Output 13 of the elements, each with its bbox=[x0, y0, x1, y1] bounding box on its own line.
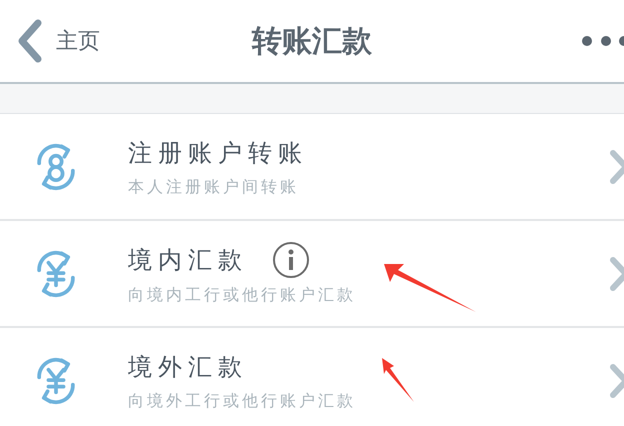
option-description: 本人注册账户间转账 bbox=[128, 176, 300, 198]
back-chevron-icon bbox=[16, 19, 44, 63]
chevron-right-icon bbox=[610, 150, 624, 184]
option-title: 境内汇款 bbox=[128, 244, 248, 276]
chevron-right-icon bbox=[610, 257, 624, 291]
page-title: 转账汇款 bbox=[252, 22, 372, 60]
option-title: 注册账户转账 bbox=[128, 138, 308, 168]
back-button[interactable]: 主页 bbox=[0, 19, 100, 63]
info-icon[interactable] bbox=[272, 240, 310, 278]
option-description: 向境内工行或他行账户汇款 bbox=[128, 284, 356, 306]
chevron-right-icon bbox=[610, 364, 624, 398]
option-description: 向境外工行或他行账户汇款 bbox=[128, 390, 356, 412]
option-title: 境外汇款 bbox=[128, 352, 248, 382]
